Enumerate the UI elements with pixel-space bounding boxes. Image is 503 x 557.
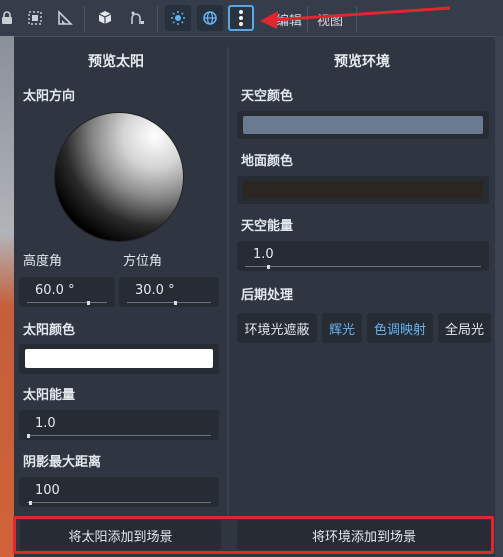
environment-panel: 预览环境 天空颜色 地面颜色 天空能量 1.0 后期处理 环境光遮蔽 辉光 色调… — [229, 37, 495, 557]
sun-energy-slider-track — [27, 435, 211, 436]
sun-direction-sphere[interactable] — [55, 113, 183, 241]
elevation-slider-track — [27, 302, 107, 303]
sky-energy-label: 天空能量 — [241, 219, 294, 234]
lock-icon[interactable] — [0, 5, 20, 31]
shadow-distance-slider-grabber[interactable] — [29, 501, 32, 505]
toolbar-separator — [356, 6, 357, 32]
ground-color-label: 地面颜色 — [241, 154, 294, 169]
sun-icon[interactable] — [165, 5, 191, 31]
more-icon[interactable] — [228, 5, 254, 31]
add-environment-to-scene-button[interactable]: 将环境添加到场景 — [237, 520, 491, 550]
ground-color-picker[interactable] — [237, 176, 489, 204]
azimuth-value: 30.0 ° — [135, 283, 175, 298]
viewport-background — [0, 36, 14, 557]
elevation-label: 高度角 — [23, 254, 63, 269]
sky-energy-value: 1.0 — [253, 247, 274, 262]
sky-energy-slider-grabber[interactable] — [267, 265, 270, 269]
sun-color-picker[interactable] — [19, 344, 219, 374]
sun-direction-label: 太阳方向 — [23, 89, 76, 104]
toolbar-separator — [84, 6, 85, 32]
shadow-distance-value: 100 — [35, 483, 60, 498]
sun-energy-value: 1.0 — [35, 416, 56, 431]
post-processing-label: 后期处理 — [241, 288, 294, 303]
shadow-distance-spinbox[interactable]: 100 — [19, 477, 219, 507]
viewport-edge — [494, 36, 503, 557]
sun-color-swatch — [25, 349, 213, 368]
sky-energy-slider-track — [245, 266, 481, 267]
tonemap-toggle-button[interactable]: 色调映射 — [367, 313, 433, 343]
ground-color-swatch — [243, 181, 483, 199]
sun-color-label: 太阳颜色 — [23, 323, 76, 338]
azimuth-slider-grabber[interactable] — [174, 301, 177, 305]
top-toolbar: 编辑 视图 — [0, 0, 503, 36]
toolbar-separator — [157, 6, 158, 32]
group-icon[interactable] — [22, 5, 48, 31]
sun-panel-title: 预览太阳 — [88, 54, 144, 70]
environment-panel-title: 预览环境 — [334, 54, 390, 70]
sun-panel: 预览太阳 太阳方向 高度角 方位角 60.0 ° 30.0 ° 太阳颜色 太阳能… — [14, 37, 229, 557]
sun-energy-spinbox[interactable]: 1.0 — [19, 410, 219, 440]
menu-edit[interactable]: 编辑 — [276, 10, 302, 29]
sky-energy-spinbox[interactable]: 1.0 — [237, 241, 489, 271]
sun-energy-label: 太阳能量 — [23, 388, 76, 403]
elevation-spinbox[interactable]: 60.0 ° — [19, 277, 115, 307]
add-to-scene-bar: 将太阳添加到场景 将环境添加到场景 — [13, 516, 495, 557]
preview-settings-popup: 预览太阳 太阳方向 高度角 方位角 60.0 ° 30.0 ° 太阳颜色 太阳能… — [13, 36, 495, 557]
elevation-slider-grabber[interactable] — [87, 301, 90, 305]
sky-color-label: 天空颜色 — [241, 89, 294, 104]
sky-color-picker[interactable] — [237, 111, 489, 139]
elevation-value: 60.0 ° — [35, 283, 75, 298]
ssao-toggle-button[interactable]: 环境光遮蔽 — [237, 313, 317, 343]
ruler-icon[interactable] — [52, 5, 78, 31]
shadow-distance-label: 阴影最大距离 — [23, 455, 102, 470]
glow-toggle-button[interactable]: 辉光 — [322, 313, 362, 343]
azimuth-label: 方位角 — [123, 254, 163, 269]
add-sun-to-scene-button[interactable]: 将太阳添加到场景 — [20, 520, 221, 550]
azimuth-slider-track — [127, 302, 211, 303]
globe-icon[interactable] — [197, 5, 223, 31]
menu-view[interactable]: 视图 — [317, 10, 343, 29]
toolbar-separator — [307, 6, 308, 32]
azimuth-spinbox[interactable]: 30.0 ° — [119, 277, 219, 307]
snap-icon[interactable] — [124, 5, 150, 31]
sky-color-swatch — [243, 116, 483, 134]
cube-icon[interactable] — [92, 5, 118, 31]
sun-energy-slider-grabber[interactable] — [27, 434, 30, 438]
shadow-distance-slider-track — [27, 502, 211, 503]
gi-toggle-button[interactable]: 全局光 — [438, 313, 491, 343]
